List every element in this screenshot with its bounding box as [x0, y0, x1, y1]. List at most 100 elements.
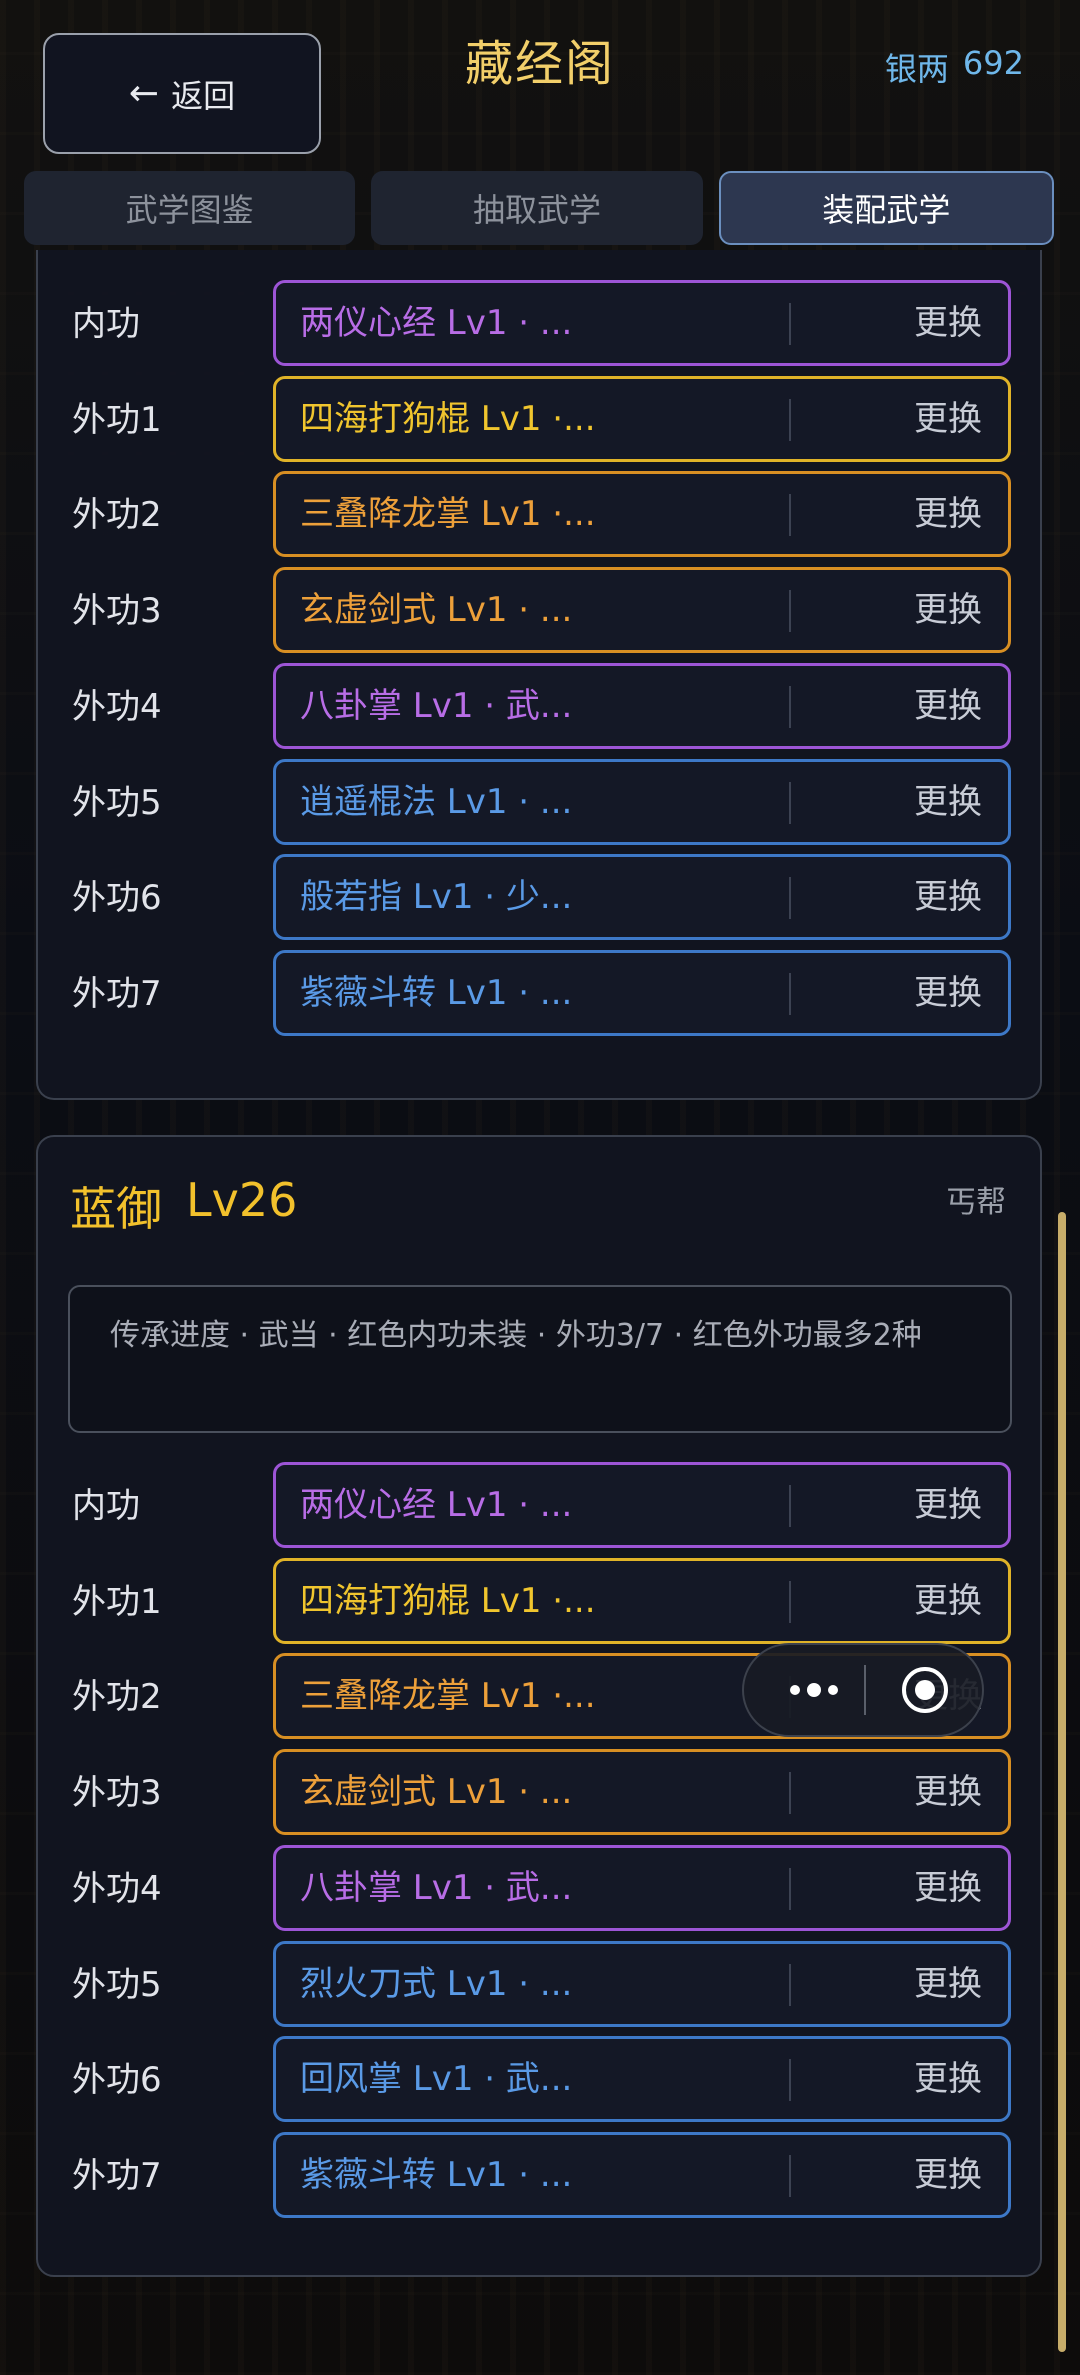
swap-button[interactable]: 更换	[914, 2135, 982, 2215]
divider	[789, 303, 791, 345]
skill-name: 回风掌 Lv1 · 武...	[300, 2059, 573, 2100]
tab-bar: 武学图鉴 抽取武学 装配武学	[24, 171, 1054, 245]
slot-label: 外功7	[72, 973, 162, 1014]
skill-name: 紫薇斗转 Lv1 · ...	[300, 972, 573, 1013]
slot-label: 内功	[72, 304, 140, 344]
slot-label: 外功4	[72, 686, 162, 727]
skill-name: 般若指 Lv1 · 少...	[300, 877, 573, 918]
swap-button[interactable]: 更换	[914, 2039, 982, 2119]
skill-name: 两仪心经 Lv1 · ...	[300, 303, 573, 343]
character-card: 内功 两仪心经 Lv1 · ... 更换 外功1 四海打狗棍 Lv1 ·... 更换 外功2…	[36, 250, 1042, 1100]
skill-slot-row: 外功2 三叠降龙掌 Lv1 ·... 更换	[38, 471, 1040, 559]
slot-label: 外功3	[72, 591, 162, 632]
equipped-skill-box[interactable]: 玄虚剑式 Lv1 · ... 更换	[273, 567, 1011, 654]
swap-button[interactable]: 更换	[914, 1944, 982, 2024]
capsule-divider	[864, 1665, 866, 1715]
more-dots-icon[interactable]	[774, 1645, 854, 1735]
divider	[789, 494, 791, 537]
skill-slot-row: 外功6 般若指 Lv1 · 少... 更换	[38, 854, 1040, 942]
swap-button[interactable]: 更换	[914, 762, 982, 842]
tab-equip-skill[interactable]: 装配武学	[718, 171, 1054, 245]
divider	[789, 2154, 791, 2197]
skill-name: 四海打狗棍 Lv1 ·...	[300, 398, 596, 439]
slot-label: 外功3	[72, 1773, 162, 1814]
header: ← 返回 藏经阁 银两 692	[0, 0, 1080, 170]
skill-slot-row: 内功 两仪心经 Lv1 · ... 更换	[38, 280, 1040, 368]
equipped-skill-box[interactable]: 烈火刀式 Lv1 · ... 更换	[273, 1940, 1011, 2027]
swap-button[interactable]: 更换	[914, 1848, 982, 1928]
divider	[789, 685, 791, 728]
skill-slot-row: 外功6 回风掌 Lv1 · 武... 更换	[38, 2036, 1040, 2124]
slot-label: 外功4	[72, 1868, 162, 1909]
divider	[789, 1580, 791, 1623]
inheritance-progress: 传承进度 · 武当 · 红色内功未装 · 外功3/7 · 红色外功最多2种	[68, 1285, 1012, 1433]
skill-slot-row: 外功7 紫薇斗转 Lv1 · ... 更换	[38, 949, 1040, 1038]
swap-button[interactable]: 更换	[914, 379, 982, 459]
skill-slot-row: 外功5 烈火刀式 Lv1 · ... 更换	[38, 1940, 1040, 2029]
scrollbar[interactable]	[1058, 1212, 1066, 2352]
swap-button[interactable]: 更换	[914, 474, 982, 554]
divider	[789, 781, 791, 824]
slot-label: 外功6	[72, 2060, 162, 2101]
slot-label: 外功6	[72, 878, 162, 919]
skill-slot-row: 外功5 逍遥棍法 Lv1 · ... 更换	[38, 758, 1040, 847]
swap-button[interactable]: 更换	[914, 1561, 982, 1641]
close-target-icon[interactable]	[902, 1667, 948, 1713]
slot-label: 外功5	[72, 782, 162, 823]
slot-label: 外功1	[72, 399, 162, 440]
character-level: Lv26	[186, 1173, 298, 1227]
equipped-skill-box[interactable]: 般若指 Lv1 · 少... 更换	[273, 854, 1011, 941]
swap-button[interactable]: 更换	[914, 857, 982, 937]
equipped-skill-box[interactable]: 四海打狗棍 Lv1 ·... 更换	[273, 375, 1011, 462]
equipped-skill-box[interactable]: 紫薇斗转 Lv1 · ... 更换	[273, 949, 1011, 1036]
equipped-skill-box[interactable]: 回风掌 Lv1 · 武... 更换	[273, 2036, 1011, 2123]
equipped-skill-box[interactable]: 两仪心经 Lv1 · ... 更换	[273, 280, 1011, 366]
swap-button[interactable]: 更换	[914, 1465, 982, 1545]
skill-slot-row: 外功3 玄虚剑式 Lv1 · ... 更换	[38, 567, 1040, 655]
equipped-skill-box[interactable]: 逍遥棍法 Lv1 · ... 更换	[273, 758, 1011, 845]
skill-name: 两仪心经 Lv1 · ...	[300, 1485, 573, 1525]
character-sect: 丐帮	[946, 1185, 1006, 1220]
slot-label: 外功1	[72, 1581, 162, 1622]
swap-button[interactable]: 更换	[914, 1752, 982, 1832]
equipped-skill-box[interactable]: 四海打狗棍 Lv1 ·... 更换	[273, 1557, 1011, 1644]
equipped-skill-box[interactable]: 两仪心经 Lv1 · ... 更换	[273, 1462, 1011, 1548]
currency-display: 银两 692	[885, 44, 1024, 90]
skill-slot-row: 外功4 八卦掌 Lv1 · 武... 更换	[38, 1844, 1040, 1933]
swap-button[interactable]: 更换	[914, 666, 982, 746]
skill-name: 玄虚剑式 Lv1 · ...	[300, 1772, 573, 1813]
skill-name: 八卦掌 Lv1 · 武...	[300, 1867, 573, 1908]
slot-label: 外功5	[72, 1964, 162, 2005]
swap-button[interactable]: 更换	[914, 570, 982, 650]
skill-name: 玄虚剑式 Lv1 · ...	[300, 590, 573, 631]
currency-value: 692	[962, 44, 1024, 82]
slot-label: 内功	[72, 1486, 140, 1526]
divider	[789, 398, 791, 441]
divider	[789, 972, 791, 1015]
mini-program-capsule	[742, 1643, 984, 1737]
swap-button[interactable]: 更换	[914, 283, 982, 363]
tab-draw-skill[interactable]: 抽取武学	[371, 171, 703, 245]
divider	[789, 2059, 791, 2102]
equipped-skill-box[interactable]: 八卦掌 Lv1 · 武... 更换	[273, 662, 1011, 749]
equipped-skill-box[interactable]: 紫薇斗转 Lv1 · ... 更换	[273, 2131, 1011, 2218]
equipped-skill-box[interactable]: 三叠降龙掌 Lv1 ·... 更换	[273, 471, 1011, 558]
divider	[789, 1772, 791, 1815]
skill-name: 紫薇斗转 Lv1 · ...	[300, 2154, 573, 2195]
equipped-skill-box[interactable]: 八卦掌 Lv1 · 武... 更换	[273, 1844, 1011, 1931]
progress-text: 传承进度 · 武当 · 红色内功未装 · 外功3/7 · 红色外功最多2种	[110, 1318, 922, 1353]
equipped-skill-box[interactable]: 玄虚剑式 Lv1 · ... 更换	[273, 1749, 1011, 1836]
character-title: 蓝御 Lv26	[70, 1173, 297, 1239]
skill-name: 三叠降龙掌 Lv1 ·...	[300, 1676, 596, 1717]
slot-label: 外功2	[72, 495, 162, 536]
skill-slot-row: 外功1 四海打狗棍 Lv1 ·... 更换	[38, 375, 1040, 464]
skill-name: 三叠降龙掌 Lv1 ·...	[300, 494, 596, 535]
swap-button[interactable]: 更换	[914, 953, 982, 1033]
currency-label: 银两	[884, 50, 949, 88]
skill-slot-row: 外功1 四海打狗棍 Lv1 ·... 更换	[38, 1557, 1040, 1646]
divider	[789, 1867, 791, 1910]
divider	[789, 590, 791, 633]
character-name: 蓝御	[70, 1182, 162, 1236]
tab-skill-catalog[interactable]: 武学图鉴	[24, 171, 356, 245]
skill-name: 八卦掌 Lv1 · 武...	[300, 685, 573, 726]
